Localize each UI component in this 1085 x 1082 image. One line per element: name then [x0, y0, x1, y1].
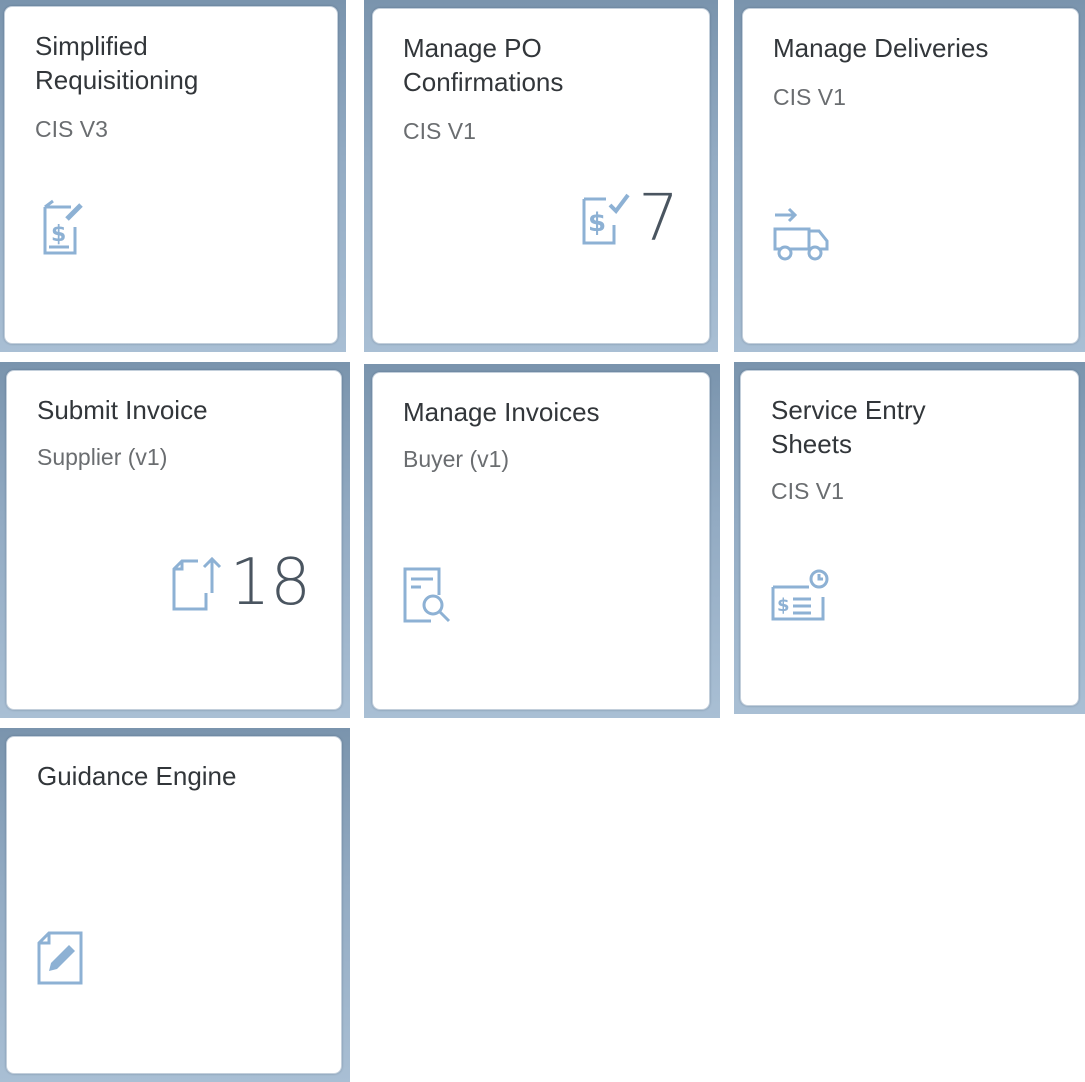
tile-title: Submit Invoice [37, 395, 208, 425]
tile-manage-invoices[interactable]: Manage Invoices Buyer (v1) [372, 372, 710, 710]
tile-subtitle: Supplier (v1) [37, 444, 168, 470]
upload-document-icon [166, 553, 226, 613]
tile-subtitle: CIS V3 [35, 116, 108, 142]
tile-title: Manage Deliveries [773, 33, 989, 63]
tile-title: Service Entry Sheets [771, 395, 926, 459]
tile-title: Simplified Requisitioning [35, 31, 199, 95]
dollar-check-icon: $ [574, 189, 634, 249]
tile-cell: Manage Deliveries CIS V1 [734, 0, 1085, 352]
kpi-indicator: $ 7 [574, 187, 679, 251]
tile-subtitle: CIS V1 [773, 84, 846, 110]
delivery-truck-icon [771, 205, 831, 265]
tile-cell: Submit Invoice Supplier (v1) 18 [0, 362, 350, 718]
tile-manage-deliveries[interactable]: Manage Deliveries CIS V1 [742, 8, 1079, 344]
document-edit-icon [33, 929, 93, 989]
tile-guidance-engine[interactable]: Guidance Engine [6, 736, 342, 1074]
tile-simplified-requisitioning[interactable]: Simplified Requisitioning CIS V3 $ [4, 6, 338, 344]
tile-cell: Service Entry Sheets CIS V1 $ [734, 362, 1085, 714]
tile-title: Manage PO Confirmations [403, 33, 564, 97]
tile-cell: Manage PO Confirmations CIS V1 $ 7 [364, 0, 718, 352]
tile-cell: Simplified Requisitioning CIS V3 $ [0, 0, 346, 352]
tile-subtitle: Buyer (v1) [403, 446, 510, 472]
kpi-count: 18 [229, 546, 311, 620]
tile-title: Guidance Engine [37, 761, 237, 791]
svg-text:$: $ [51, 222, 66, 247]
tile-subtitle: CIS V1 [771, 478, 844, 504]
tile-cell: Manage Invoices Buyer (v1) [364, 364, 720, 718]
tile-manage-po-confirmations[interactable]: Manage PO Confirmations CIS V1 $ 7 [372, 8, 710, 344]
svg-text:$: $ [588, 208, 606, 238]
svg-text:$: $ [777, 595, 790, 616]
tile-cell: Guidance Engine [0, 728, 350, 1082]
requisition-dollar-icon: $ [31, 197, 91, 257]
document-search-icon [401, 565, 461, 625]
tile-service-entry-sheets[interactable]: Service Entry Sheets CIS V1 $ [740, 370, 1079, 706]
kpi-count: 7 [638, 182, 679, 256]
service-sheet-clock-icon: $ [769, 567, 829, 627]
tile-submit-invoice[interactable]: Submit Invoice Supplier (v1) 18 [6, 370, 342, 710]
tile-subtitle: CIS V1 [403, 118, 476, 144]
kpi-indicator: 18 [166, 551, 311, 615]
tile-title: Manage Invoices [403, 397, 600, 427]
